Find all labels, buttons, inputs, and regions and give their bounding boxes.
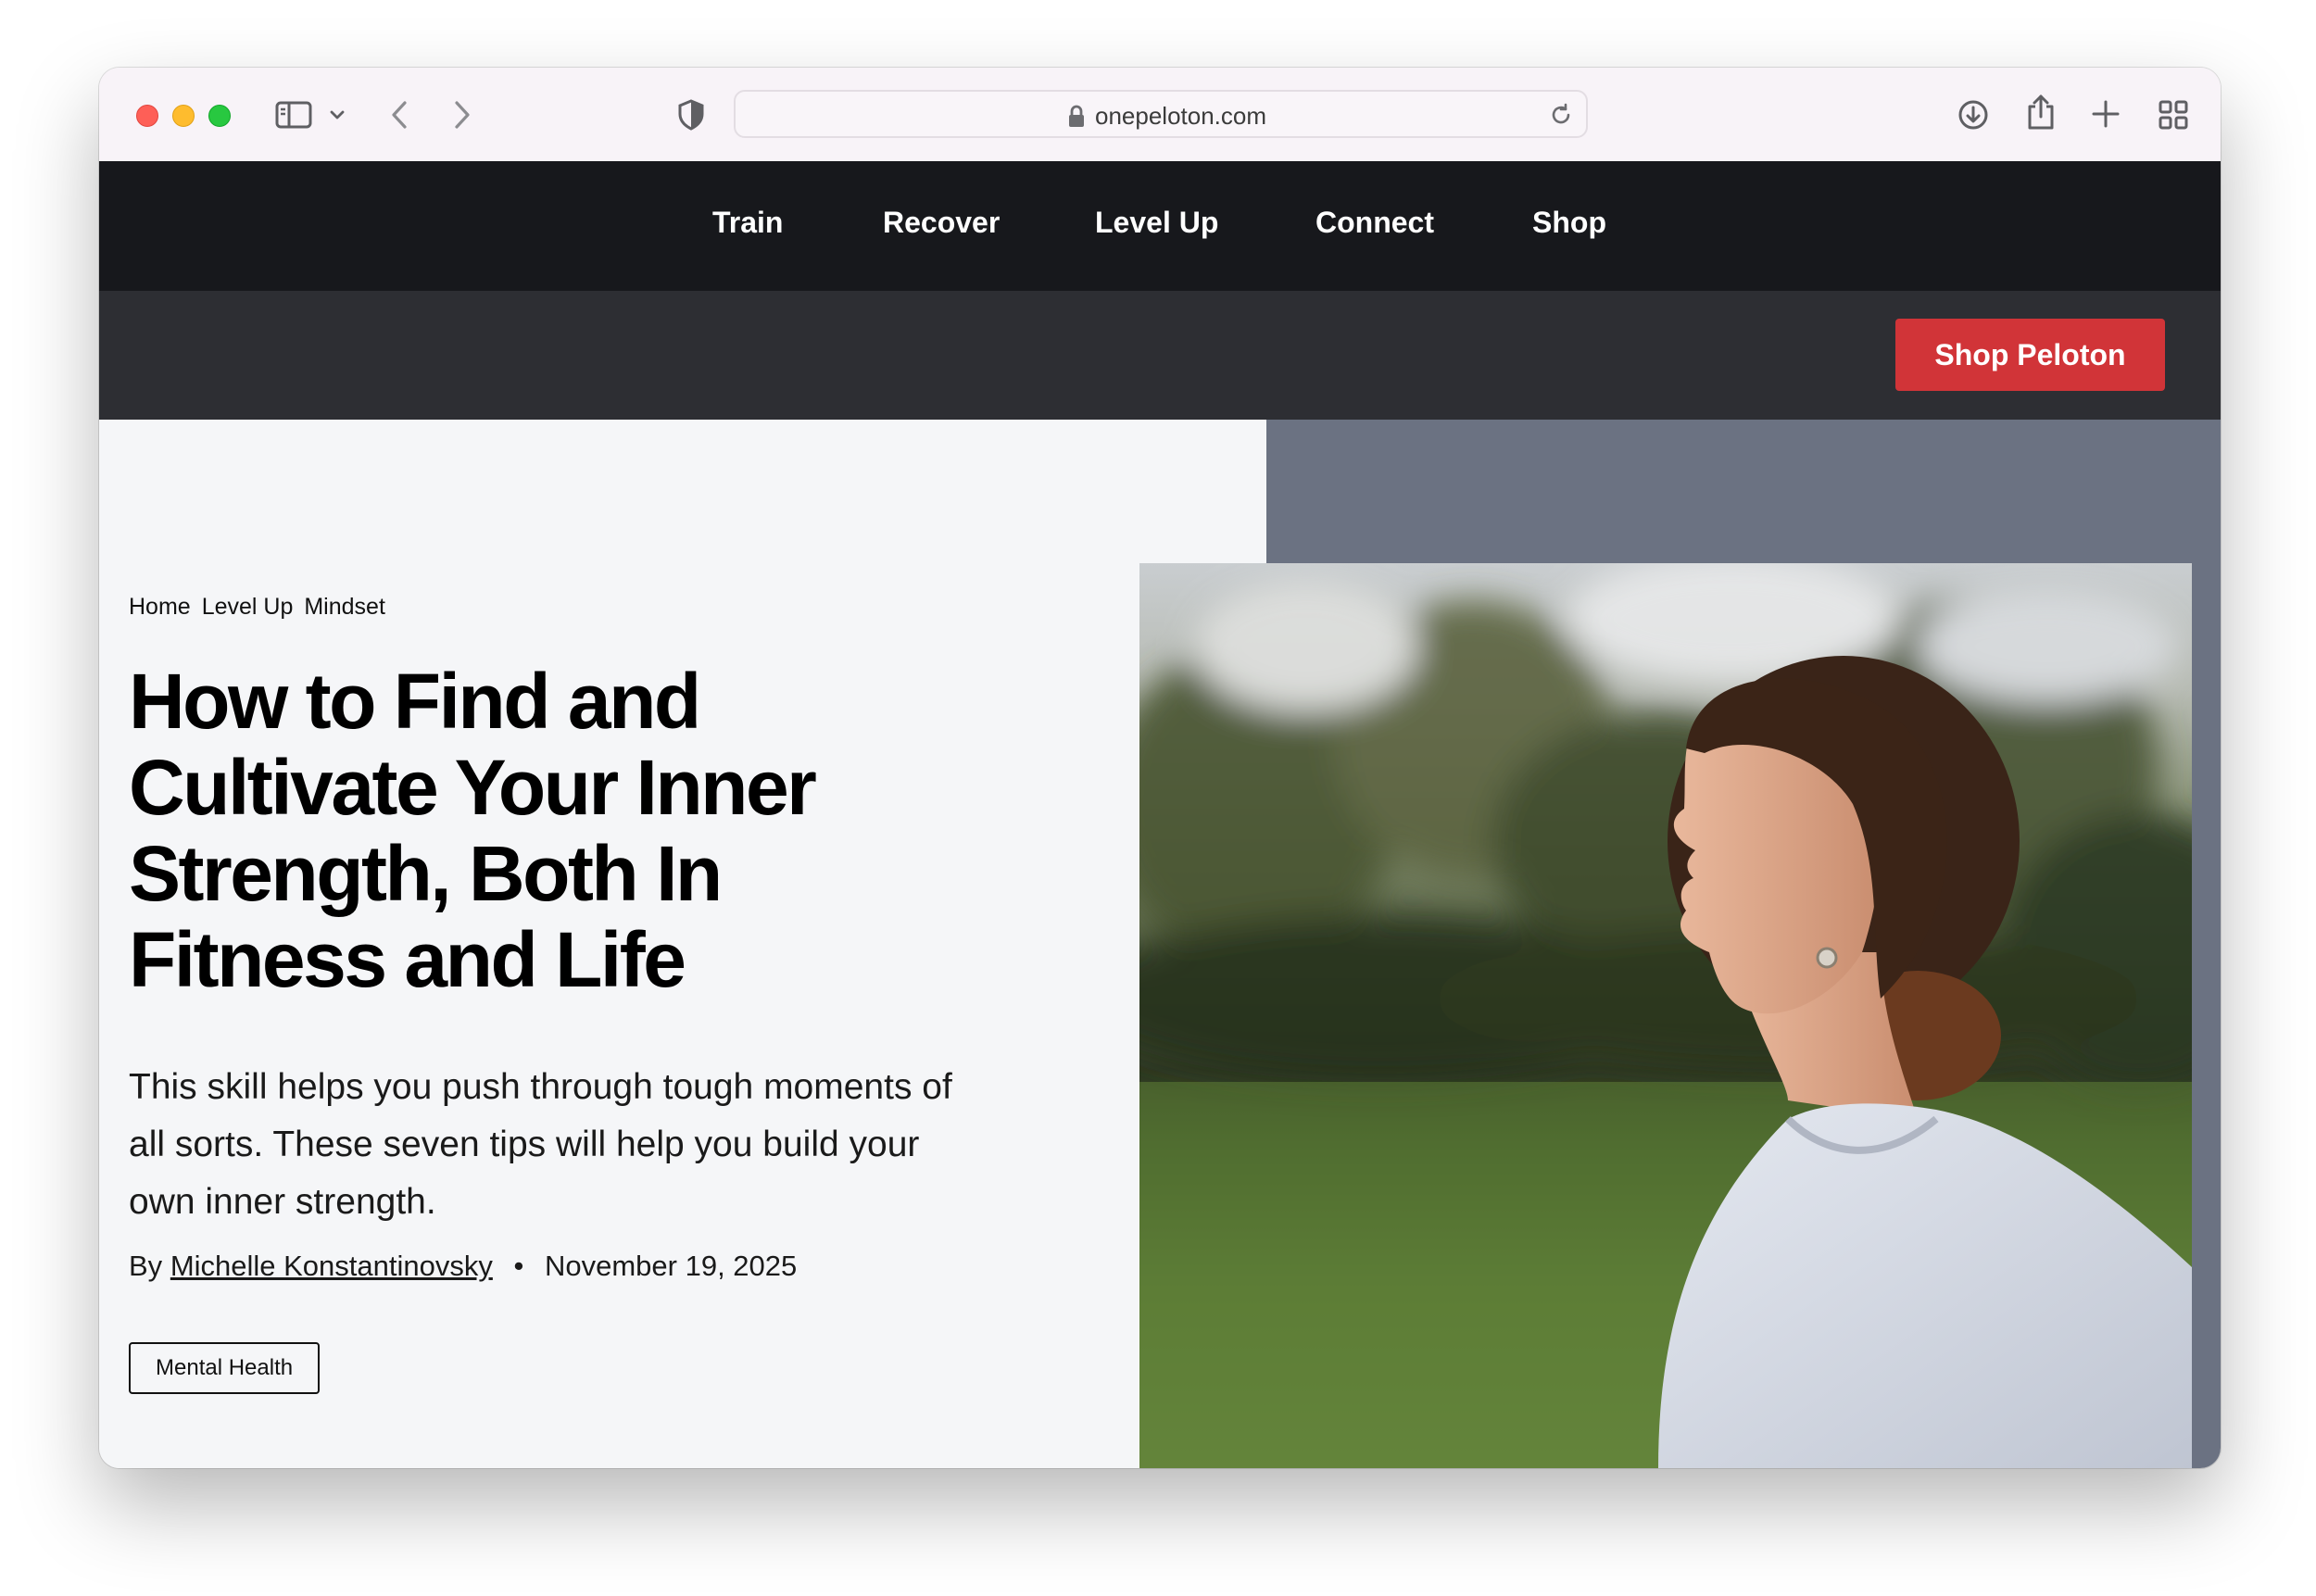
breadcrumb-level-up[interactable]: Level Up (202, 594, 294, 620)
shield-icon[interactable] (677, 99, 705, 131)
share-icon[interactable] (2026, 94, 2056, 131)
article-byline: By Michelle Konstantinovsky • November 1… (129, 1250, 797, 1283)
author-link[interactable]: Michelle Konstantinovsky (170, 1250, 493, 1282)
url-text: onepeloton.com (1095, 102, 1267, 130)
nav-item-recover[interactable]: Recover (883, 206, 1000, 240)
reload-icon[interactable] (1549, 103, 1573, 132)
secondary-bar: Shop Peloton (99, 291, 2221, 420)
browser-window: onepeloton.com Train Recover Level Up Co… (99, 68, 2221, 1468)
article-dek: This skill helps you push through tough … (129, 1067, 952, 1222)
tab-overview-icon[interactable] (2158, 99, 2189, 131)
plus-icon[interactable] (2091, 99, 2121, 129)
zoom-window-button[interactable] (208, 105, 231, 127)
close-window-button[interactable] (136, 105, 158, 127)
site-nav: Train Recover Level Up Connect Shop (99, 161, 2221, 291)
nav-item-shop[interactable]: Shop (1532, 206, 1606, 240)
forward-icon[interactable] (451, 99, 473, 131)
hero-photo (1139, 563, 2192, 1468)
byline-prefix: By (129, 1250, 163, 1282)
browser-toolbar: onepeloton.com (99, 68, 2221, 162)
address-bar[interactable]: onepeloton.com (734, 90, 1588, 138)
nav-item-train[interactable]: Train (712, 206, 783, 240)
shop-peloton-button[interactable]: Shop Peloton (1895, 319, 2165, 391)
minimize-window-button[interactable] (172, 105, 195, 127)
chevron-down-icon[interactable] (329, 108, 346, 121)
lock-icon (1067, 105, 1086, 133)
sidebar-icon[interactable] (275, 101, 312, 129)
byline-separator: • (513, 1250, 524, 1282)
breadcrumb: Home Level Up Mindset (129, 594, 396, 621)
download-icon[interactable] (1957, 99, 1989, 131)
back-icon[interactable] (388, 99, 410, 131)
article-title: How to Find and Cultivate Your Inner Str… (129, 658, 817, 1003)
breadcrumb-home[interactable]: Home (129, 594, 191, 620)
publish-date: November 19, 2025 (544, 1250, 798, 1282)
nav-item-connect[interactable]: Connect (1315, 206, 1434, 240)
breadcrumb-mindset[interactable]: Mindset (304, 594, 385, 620)
nav-item-level-up[interactable]: Level Up (1095, 206, 1218, 240)
tag-mental-health[interactable]: Mental Health (129, 1342, 321, 1394)
article-hero: Home Level Up Mindset How to Find and Cult… (99, 420, 2221, 1468)
